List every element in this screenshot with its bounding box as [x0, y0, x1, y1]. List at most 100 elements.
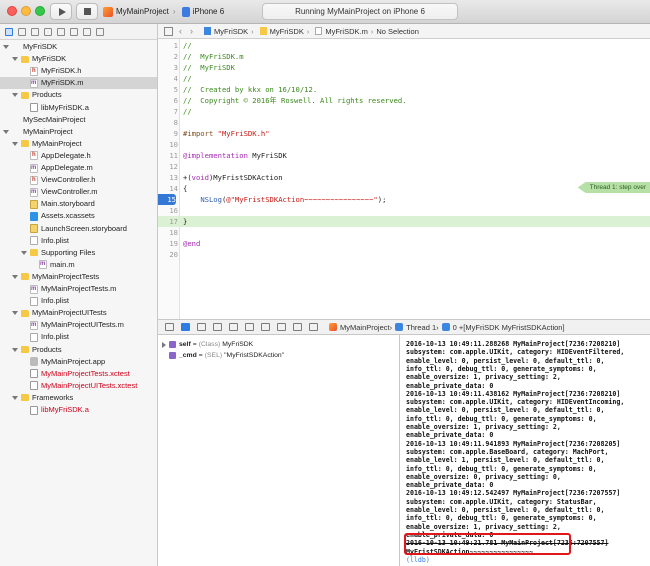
code-line[interactable]: 18: [158, 227, 650, 238]
scheme-selector[interactable]: MyMainProject › iPhone 6: [103, 4, 224, 19]
code-line[interactable]: 16: [158, 205, 650, 216]
disclosure-triangle-icon[interactable]: [12, 311, 18, 316]
disclosure-triangle-icon[interactable]: [3, 129, 9, 134]
debug-console[interactable]: 2016-10-13 10:49:11.288268 MyMainProject…: [400, 335, 650, 566]
variable-row[interactable]: self = (Class) MyFriSDK: [158, 339, 253, 350]
code-line[interactable]: 2 // MyFriSDK.m: [158, 51, 650, 62]
navigator-item[interactable]: MyMainProjectTests.m: [0, 283, 157, 295]
breadcrumb-group[interactable]: MyFriSDK: [270, 27, 304, 36]
navigator-item[interactable]: MyMainProjectTests: [0, 271, 157, 283]
code-line[interactable]: 9 #import "MyFriSDK.h": [158, 128, 650, 139]
code-line[interactable]: 20: [158, 249, 650, 260]
forward-arrow-icon[interactable]: ›: [190, 26, 193, 36]
navigator-item[interactable]: AppDelegate.m: [0, 162, 157, 174]
code-line[interactable]: 10: [158, 139, 650, 150]
code-line[interactable]: 6 // Copyright © 2016年 Roswell. All right…: [158, 95, 650, 106]
symbol-navigator-tab-icon[interactable]: [18, 27, 26, 36]
disclosure-triangle-icon[interactable]: [12, 57, 18, 62]
lldb-prompt[interactable]: (lldb): [406, 556, 430, 564]
breakpoint-marker[interactable]: 15: [158, 194, 176, 205]
code-line[interactable]: 4 //: [158, 73, 650, 84]
navigator-item[interactable]: Info.plist: [0, 235, 157, 247]
navigator-item[interactable]: ViewController.m: [0, 186, 157, 198]
issue-navigator-tab-icon[interactable]: [44, 27, 52, 36]
project-navigator-tab-icon[interactable]: [5, 27, 13, 36]
close-window-button[interactable]: [7, 6, 17, 16]
navigator-item[interactable]: MySecMainProject: [0, 114, 157, 126]
current-code-line[interactable]: 17}: [158, 216, 650, 227]
code-line[interactable]: 12: [158, 161, 650, 172]
navigator-item[interactable]: MyMainProjectTests.xctest: [0, 368, 157, 380]
navigator-item[interactable]: Assets.xcassets: [0, 210, 157, 222]
code-line[interactable]: 7 //: [158, 106, 650, 117]
navigator-item[interactable]: Info.plist: [0, 295, 157, 307]
code-line[interactable]: 15 NSLog(@"MyFristSDKAction~~~~~~~~~~~~~…: [158, 194, 650, 205]
navigator-item[interactable]: ViewController.h: [0, 174, 157, 186]
disclosure-triangle-icon[interactable]: [3, 45, 9, 49]
navigator-item[interactable]: MyMainProject: [0, 138, 157, 150]
disclosure-triangle-icon[interactable]: [12, 93, 18, 98]
view-hierarchy-icon[interactable]: [261, 323, 270, 331]
navigator-item[interactable]: Products: [0, 89, 157, 101]
step-over-icon[interactable]: [213, 323, 222, 331]
navigator-item[interactable]: Info.plist: [0, 331, 157, 343]
navigator-item[interactable]: libMyFriSDK.a: [0, 404, 157, 416]
breakpoint-navigator-tab-icon[interactable]: [83, 27, 91, 36]
disclosure-triangle-icon[interactable]: [12, 347, 18, 352]
navigator-item[interactable]: MyMainProjectUITests: [0, 307, 157, 319]
navigator-item[interactable]: MyMainProjectUITests.m: [0, 319, 157, 331]
variable-row[interactable]: _cmd = (SEL) "MyFristSDKAction": [158, 350, 284, 361]
code-line[interactable]: 1 //: [158, 40, 650, 51]
navigator-item[interactable]: MyMainProject: [0, 126, 157, 138]
step-into-icon[interactable]: [229, 323, 238, 331]
memory-graph-icon[interactable]: [277, 323, 286, 331]
navigator-item[interactable]: AppDelegate.h: [0, 149, 157, 162]
code-line[interactable]: 19 @end: [158, 238, 650, 249]
stop-button[interactable]: [76, 3, 98, 20]
code-line[interactable]: 8: [158, 117, 650, 128]
navigator-item[interactable]: Frameworks: [0, 392, 157, 404]
navigator-item[interactable]: MyFriSDK: [0, 53, 157, 65]
report-navigator-tab-icon[interactable]: [96, 27, 104, 36]
debug-crumb-thread[interactable]: Thread 1: [406, 323, 436, 332]
code-line[interactable]: 5 // Created by kkx on 16/10/12.: [158, 84, 650, 95]
breadcrumb-file[interactable]: MyFriSDK.m: [325, 27, 368, 36]
navigator-item[interactable]: Main.storyboard: [0, 198, 157, 210]
navigator-item[interactable]: MyFriSDK.m: [0, 77, 157, 90]
continue-icon[interactable]: [197, 323, 206, 331]
code-line[interactable]: 14 {: [158, 183, 650, 194]
simulate-location-icon[interactable]: [309, 323, 318, 331]
step-out-icon[interactable]: [245, 323, 254, 331]
navigator-item[interactable]: libMyFriSDK.a: [0, 102, 157, 114]
related-items-icon[interactable]: [164, 26, 173, 36]
breadcrumb-project[interactable]: MyFriSDK: [214, 27, 248, 36]
navigator-item[interactable]: MyFriSDK: [0, 41, 157, 53]
debug-navigator-tab-icon[interactable]: [70, 27, 78, 36]
run-button[interactable]: [50, 3, 72, 20]
zoom-window-button[interactable]: [35, 6, 45, 16]
back-arrow-icon[interactable]: ‹: [179, 26, 182, 36]
breakpoints-toggle-icon[interactable]: [181, 323, 190, 331]
navigator-item[interactable]: MyMainProject.app: [0, 356, 157, 368]
code-line[interactable]: 11 @implementation MyFriSDK: [158, 150, 650, 161]
code-line[interactable]: 13 +(void)MyFristSDKAction: [158, 172, 650, 183]
environment-overrides-icon[interactable]: [293, 323, 302, 331]
disclosure-triangle-icon[interactable]: [162, 341, 166, 348]
navigator-item[interactable]: main.m: [0, 258, 157, 271]
minimize-window-button[interactable]: [21, 6, 31, 16]
test-navigator-tab-icon[interactable]: [57, 27, 65, 36]
debug-crumb-frame[interactable]: 0 +[MyFriSDK MyFristSDKAction]: [453, 323, 565, 332]
breadcrumb-symbol[interactable]: No Selection: [376, 27, 419, 36]
navigator-item[interactable]: Products: [0, 344, 157, 356]
disclosure-triangle-icon[interactable]: [12, 141, 18, 146]
navigator-item[interactable]: LaunchScreen.storyboard: [0, 223, 157, 235]
disclosure-triangle-icon[interactable]: [21, 250, 27, 255]
source-editor[interactable]: 1 // 2 // MyFriSDK.m 3 // MyFriSDK 4 // 5 // Crea…: [158, 39, 650, 319]
hide-debug-area-icon[interactable]: [165, 323, 174, 331]
navigator-item[interactable]: MyMainProjectUITests.xctest: [0, 380, 157, 392]
code-line[interactable]: 3 // MyFriSDK: [158, 62, 650, 73]
find-navigator-tab-icon[interactable]: [31, 27, 39, 36]
debug-crumb-process[interactable]: MyMainProject: [340, 323, 390, 332]
navigator-item[interactable]: Supporting Files: [0, 247, 157, 259]
navigator-item[interactable]: MyFriSDK.h: [0, 65, 157, 77]
